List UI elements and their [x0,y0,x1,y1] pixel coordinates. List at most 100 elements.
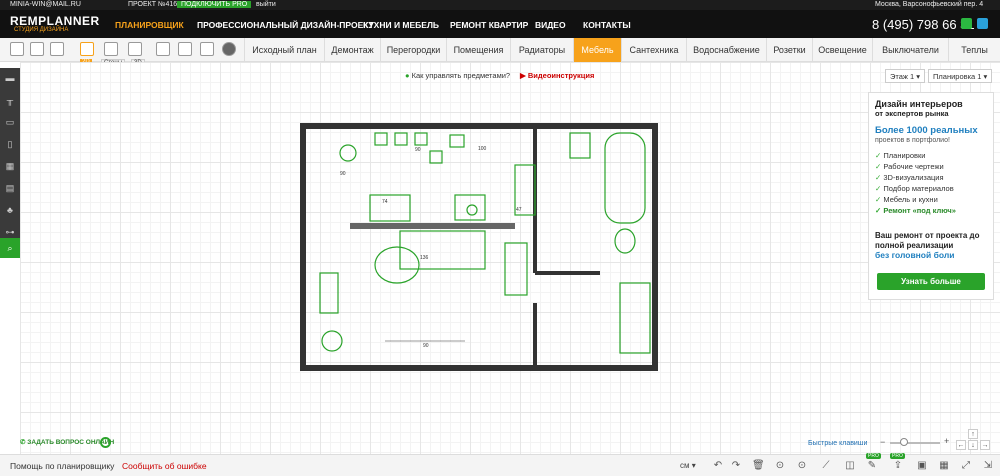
desk [504,242,528,296]
logo-subtitle: СТУДИЯ ДИЗАЙНА [14,27,69,33]
report-error-link[interactable]: Сообщить об ошибке [122,461,207,471]
video-link-text: Видеоинструкция [527,71,595,80]
nav-kitchens[interactable]: КУХНИ И МЕБЕЛЬ [363,20,439,30]
ruler-icon[interactable]: ⟋ [820,460,832,472]
pan-left-icon[interactable]: ← [956,440,966,450]
promo-item: 3D-визуализация [875,173,956,184]
unit-select[interactable]: см ▾ [680,461,696,470]
undo-icon[interactable]: ↶ [712,460,724,472]
promo-item: Подбор материалов [875,184,956,195]
delete-icon[interactable]: 🗑 [752,460,765,472]
user-email[interactable]: MINIA-WIN@MAIL.RU [10,1,81,8]
zoom-slider-handle[interactable] [900,438,908,446]
tab-plumbing[interactable]: Сантехника [621,38,686,62]
view-2d-icon[interactable] [80,42,94,56]
sofa-icon[interactable]: ▬ [4,72,16,84]
settings-icon[interactable] [178,42,192,56]
plant [321,330,343,352]
expand-icon[interactable]: ⇲ [982,460,994,472]
print-icon[interactable] [50,42,64,56]
brush-icon[interactable]: ✎ [866,460,878,472]
fullscreen-icon[interactable]: ⤢ [960,460,972,472]
tab-sockets[interactable]: Розетки [766,38,812,62]
question-icon: ● [405,71,410,80]
promo-item: Планировки [875,151,956,162]
toggle-icon[interactable]: ⊙ [796,460,808,472]
tab-furniture[interactable]: Мебель [573,38,621,62]
logo[interactable]: REMPLANNER [10,14,100,28]
unit-value: см [680,461,690,470]
table-icon[interactable]: ╥ [4,94,16,106]
dim-label: 136 [420,255,429,261]
redo-icon[interactable]: ↷ [730,460,742,472]
help-link[interactable]: Помощь по планировщику [10,461,114,471]
hotkeys-link[interactable]: Быстрые клавиши [808,440,867,447]
nav-planner[interactable]: ПЛАНИРОВЩИК [115,20,184,30]
measure-icon[interactable] [200,42,214,56]
sink [569,132,591,159]
pan-up-icon[interactable]: ↑ [968,429,978,439]
tab-demolition[interactable]: Демонтаж [324,38,380,62]
tab-radiators[interactable]: Радиаторы [510,38,573,62]
nav-renovation[interactable]: РЕМОНТ КВАРТИР [450,20,528,30]
zoom-out-icon[interactable]: − [880,437,885,447]
promo-item: Мебель и кухни [875,195,956,206]
wardrobe-icon[interactable]: ▯ [4,138,16,150]
tools-icon[interactable] [156,42,170,56]
tab-partitions[interactable]: Перегородки [380,38,446,62]
connect-pro-button[interactable]: ПОДКЛЮЧИТЬ PRO [177,1,252,8]
pro-badge: PRO [890,453,905,459]
save-icon[interactable] [10,42,24,56]
tab-heated-floors[interactable]: Теплы [948,38,1000,62]
screenshot-icon[interactable]: ▣ [916,460,928,472]
grid-toggle-icon[interactable]: ▦ [938,460,950,472]
promo-item: Рабочие чертежи [875,162,956,173]
export-icon[interactable]: ⇪ [892,460,904,472]
layers-icon[interactable]: ◫ [844,460,856,472]
online-indicator-icon[interactable] [100,437,111,448]
kitchen-icon[interactable]: ▦ [4,160,16,172]
telegram-icon[interactable] [977,18,988,29]
sofa [399,230,486,270]
pan-down-icon[interactable]: ↓ [968,440,978,450]
tab-lighting[interactable]: Освещение [812,38,872,62]
promo-subtitle: от экспертов рынка [875,109,949,118]
stool [339,144,357,162]
dim-label: 74 [382,199,388,205]
bottom-bar: Помощь по планировщику Сообщить об ошибк… [0,453,1000,476]
zoom-slider[interactable] [890,442,940,444]
dim-label: 90 [423,343,429,349]
plant-icon[interactable]: ♣ [4,204,16,216]
new-document-icon[interactable] [30,42,44,56]
pan-right-icon[interactable]: → [980,440,990,450]
toggle-icon[interactable]: ⊙ [774,460,786,472]
logout-link[interactable]: выйти [256,1,276,8]
tv-icon[interactable]: ▭ [4,116,16,128]
tab-water-supply[interactable]: Водоснабжение [686,38,766,62]
floor-plan[interactable]: 136 74 47 90 90 90 100 [300,123,658,371]
video-link[interactable]: ▶ Видеоинструкция [520,71,594,80]
learn-more-button[interactable]: Узнать больше [877,273,985,290]
nav-contacts[interactable]: КОНТАКТЫ [583,20,631,30]
help-hint[interactable]: ● Как управлять предметами? [405,71,510,80]
dim-label: 100 [478,146,487,152]
search-icon[interactable]: ⌕ [0,238,20,258]
zoom-in-icon[interactable]: + [944,436,949,446]
view-3d-icon[interactable] [128,42,142,56]
floor-select[interactable]: Этаж 1 ▾ [885,69,926,83]
nav-design-project[interactable]: ПРОФЕССИОНАЛЬНЫЙ ДИЗАЙН-ПРОЕКТ [197,20,374,30]
dim-label: 47 [516,207,522,213]
tab-rooms[interactable]: Помещения [446,38,510,62]
whatsapp-icon[interactable] [961,18,972,29]
tab-switches[interactable]: Выключатели [872,38,948,62]
sports-icon[interactable]: ⊶ [4,226,16,238]
tab-initial-plan[interactable]: Исходный план [244,38,324,62]
pro-icon[interactable] [222,42,236,56]
nav-video[interactable]: ВИДЕО [535,20,566,30]
table [369,194,411,222]
phone-number[interactable]: 8 (495) 798 66 31 [872,17,975,32]
view-walls-icon[interactable] [104,42,118,56]
plan-select[interactable]: Планировка 1 ▾ [928,69,993,83]
bed-icon[interactable]: ▤ [4,182,16,194]
address-text: Москва, Варсонофьевский пер. 4 [875,1,984,8]
